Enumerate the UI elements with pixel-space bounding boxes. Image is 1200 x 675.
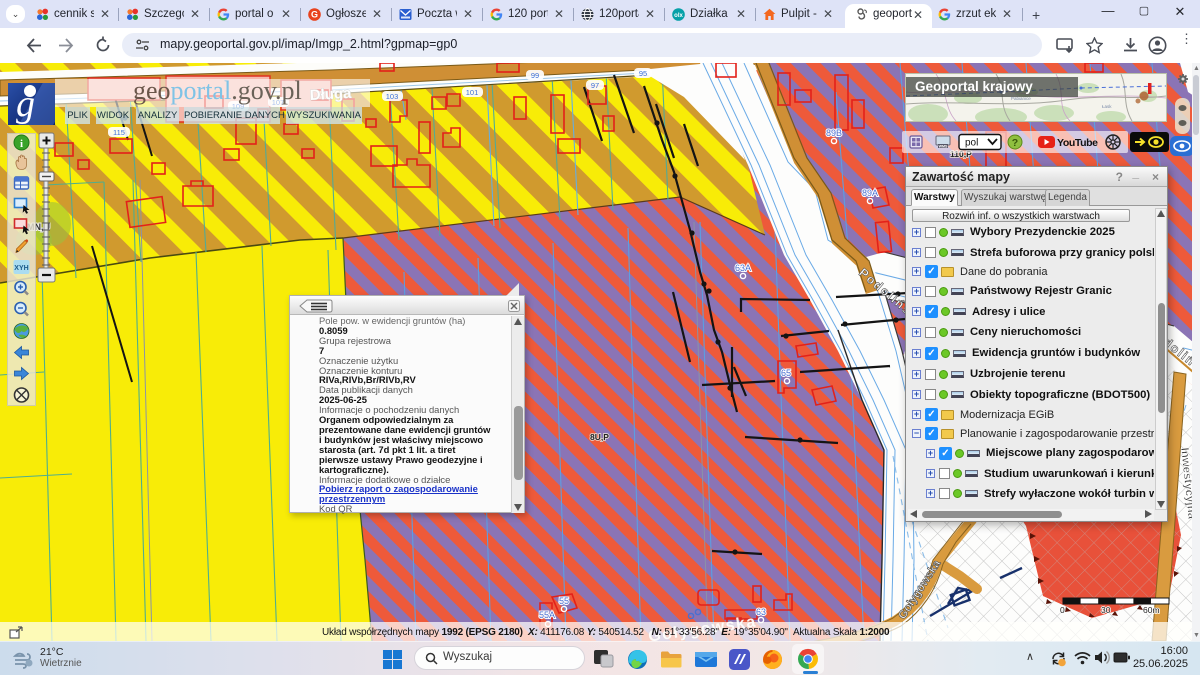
svg-text:89A: 89A	[862, 188, 878, 198]
svg-text:YouTube: YouTube	[1057, 137, 1098, 149]
svg-text:?: ?	[1012, 137, 1018, 149]
svg-text:99: 99	[531, 71, 539, 80]
svg-text:95: 95	[639, 69, 647, 78]
svg-text:103: 103	[386, 92, 399, 101]
svg-text:i: i	[20, 138, 23, 150]
svg-text:Łask: Łask	[1102, 104, 1112, 109]
svg-text:WMS: WMS	[939, 145, 948, 149]
svg-text:pol: pol	[965, 138, 978, 149]
svg-text:55: 55	[559, 596, 569, 606]
svg-text:63: 63	[756, 607, 766, 617]
svg-text:8U,P: 8U,P	[590, 432, 609, 442]
svg-text:97: 97	[591, 81, 599, 90]
svg-text:G: G	[311, 9, 318, 19]
svg-text:30: 30	[1101, 605, 1111, 615]
svg-text:55A: 55A	[539, 610, 555, 620]
svg-text:60m: 60m	[1143, 605, 1160, 615]
svg-text:63A: 63A	[735, 263, 751, 273]
svg-text:XYH: XYH	[14, 265, 28, 272]
svg-text:89B: 89B	[826, 128, 842, 138]
svg-text:115: 115	[113, 128, 125, 137]
svg-text:65: 65	[781, 368, 791, 378]
svg-text:0: 0	[1060, 605, 1065, 615]
svg-text:olx: olx	[674, 13, 683, 19]
svg-text:101: 101	[466, 88, 479, 97]
